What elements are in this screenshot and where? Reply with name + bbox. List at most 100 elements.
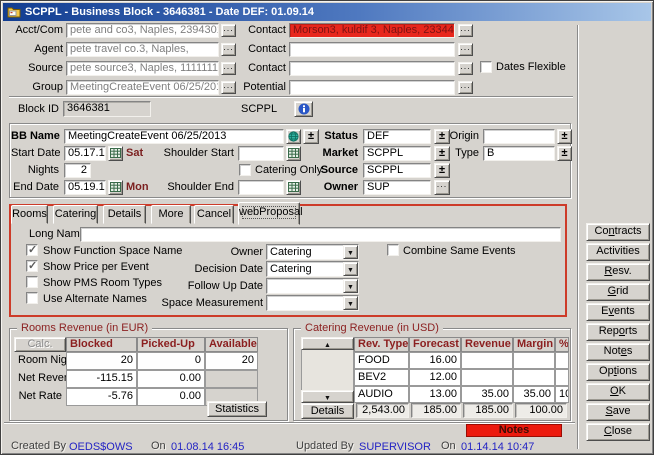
owner-field[interactable]: SUP: [363, 180, 431, 195]
acct-com-field[interactable]: pete and co3, Naples, 2394301212: [66, 23, 219, 38]
scrollbar-track[interactable]: [301, 350, 354, 390]
group-field[interactable]: MeetingCreateEvent 06/25/2013: [66, 80, 219, 95]
resv-button[interactable]: Resv.: [586, 263, 650, 281]
status-field[interactable]: DEF: [363, 129, 431, 144]
potential-lookup-button[interactable]: [458, 81, 473, 94]
potential-field[interactable]: [289, 80, 455, 95]
contact-2-lookup-button[interactable]: [458, 43, 473, 56]
show-pms-room-types-checkbox[interactable]: [26, 276, 38, 288]
space-measurement-value: [267, 296, 343, 310]
shoulder-start-calendar-button[interactable]: [286, 146, 301, 161]
business-block-window: SCPPL - Business Block - 3646381 - Date …: [0, 0, 654, 455]
catering-only-checkbox[interactable]: [239, 164, 251, 176]
rooms-col-blocked: Blocked: [66, 337, 137, 352]
notes-button[interactable]: Notes: [586, 343, 650, 361]
contact-3-field[interactable]: [289, 61, 455, 76]
end-date-field[interactable]: 05.19.14: [64, 180, 106, 195]
tab-cancel[interactable]: Cancel: [194, 205, 234, 224]
chevron-down-icon[interactable]: [343, 279, 358, 293]
tab-catering[interactable]: Catering: [53, 205, 98, 224]
shoulder-end-field[interactable]: [238, 180, 284, 195]
tab-webproposal[interactable]: webProposal: [238, 202, 300, 225]
contact-3-lookup-button[interactable]: [458, 62, 473, 75]
block-id-label: Block ID: [9, 102, 59, 117]
tab-rooms[interactable]: Rooms: [11, 205, 48, 224]
long-name-field[interactable]: [80, 227, 561, 242]
space-measurement-label: Space Measurement: [159, 296, 263, 311]
start-date-calendar-button[interactable]: [108, 146, 123, 161]
info-button[interactable]: [294, 101, 313, 117]
window-title: SCPPL - Business Block - 3646381 - Date …: [25, 6, 314, 18]
notes-indicator-badge[interactable]: Notes: [466, 424, 562, 437]
grid-button[interactable]: Grid: [586, 283, 650, 301]
options-button[interactable]: Options: [586, 363, 650, 381]
reports-button[interactable]: Reports: [586, 323, 650, 341]
shoulder-end-calendar-button[interactable]: [286, 180, 301, 195]
type-field[interactable]: B: [483, 146, 555, 161]
cat-row-forecast: 13.00: [409, 386, 461, 403]
show-function-space-name-checkbox[interactable]: [26, 244, 38, 256]
source-list-button[interactable]: [434, 163, 450, 178]
chevron-down-icon[interactable]: [343, 296, 358, 310]
activities-button[interactable]: Activities: [586, 243, 650, 261]
cat-col-percent: %: [555, 337, 569, 352]
nights-field[interactable]: 2: [64, 163, 91, 178]
contact-1-label: Contact: [229, 23, 286, 38]
type-list-button[interactable]: [557, 146, 572, 161]
resort-label: SCPPL: [241, 102, 277, 117]
origin-list-button[interactable]: [557, 129, 572, 144]
contact-2-field[interactable]: [289, 42, 455, 57]
decision-date-select[interactable]: Catering: [266, 261, 359, 277]
tab-details[interactable]: Details: [103, 205, 146, 224]
room-nights-picked-up: 0: [137, 352, 205, 370]
combine-same-events-label: Combine Same Events: [403, 244, 523, 259]
title-bar[interactable]: SCPPL - Business Block - 3646381 - Date …: [3, 3, 651, 21]
created-on-label: On: [151, 439, 167, 454]
owner-label: Owner: [301, 180, 358, 195]
chevron-down-icon[interactable]: [343, 245, 358, 259]
source-label: Source: [301, 163, 358, 178]
combine-same-events-checkbox[interactable]: [387, 244, 399, 256]
show-price-per-event-checkbox[interactable]: [26, 260, 38, 272]
save-button[interactable]: Save: [586, 403, 650, 421]
close-button[interactable]: Close: [586, 423, 650, 441]
catering-revenue-title: Catering Revenue (in USD): [301, 322, 443, 334]
source-acct-field[interactable]: pete source3, Naples, 1111111111: [66, 61, 219, 76]
end-date-calendar-button[interactable]: [108, 180, 123, 195]
statistics-button[interactable]: Statistics: [207, 401, 267, 417]
ok-button[interactable]: OK: [586, 383, 650, 401]
space-measurement-select[interactable]: [266, 295, 359, 311]
chevron-down-icon[interactable]: [343, 262, 358, 276]
follow-up-date-select[interactable]: [266, 278, 359, 294]
calc-button[interactable]: Calc.: [14, 337, 66, 352]
contact-1-field[interactable]: Morson3, kuldif 3, Naples, 2334445552: [289, 23, 455, 38]
cat-row-forecast: 12.00: [409, 369, 461, 386]
potential-label: Potential: [229, 80, 286, 95]
tab-more[interactable]: More: [151, 205, 191, 224]
contracts-button[interactable]: Contracts: [586, 223, 650, 241]
catering-scrollbar[interactable]: [301, 337, 354, 403]
translate-button[interactable]: [286, 129, 301, 144]
shoulder-start-field[interactable]: [238, 146, 284, 161]
contact-1-lookup-button[interactable]: [458, 24, 473, 37]
bb-name-field[interactable]: MeetingCreateEvent 06/25/2013: [64, 129, 284, 144]
agent-field[interactable]: pete travel co.3, Naples,: [66, 42, 219, 57]
wp-owner-select[interactable]: Catering: [266, 244, 359, 260]
arrow-down-icon[interactable]: [301, 390, 354, 403]
market-field[interactable]: SCPPL: [363, 146, 431, 161]
cat-row-percent: [555, 352, 569, 369]
events-button[interactable]: Events: [586, 303, 650, 321]
start-date-field[interactable]: 05.17.14: [64, 146, 106, 161]
origin-field[interactable]: [483, 129, 555, 144]
bb-name-label: BB Name: [11, 129, 59, 144]
rooms-revenue-table: Calc. Blocked Picked-Up Available Room N…: [14, 337, 258, 406]
details-button[interactable]: Details: [301, 403, 354, 419]
type-label: Type: [441, 146, 479, 161]
dates-flexible-checkbox[interactable]: [480, 61, 492, 73]
net-rate-picked-up: 0.00: [137, 388, 205, 406]
owner-lookup-button[interactable]: [434, 180, 450, 195]
cat-row-percent: 100: [555, 386, 569, 403]
arrow-up-icon[interactable]: [301, 337, 354, 350]
use-alternate-names-checkbox[interactable]: [26, 292, 38, 304]
source-field[interactable]: SCPPL: [363, 163, 431, 178]
